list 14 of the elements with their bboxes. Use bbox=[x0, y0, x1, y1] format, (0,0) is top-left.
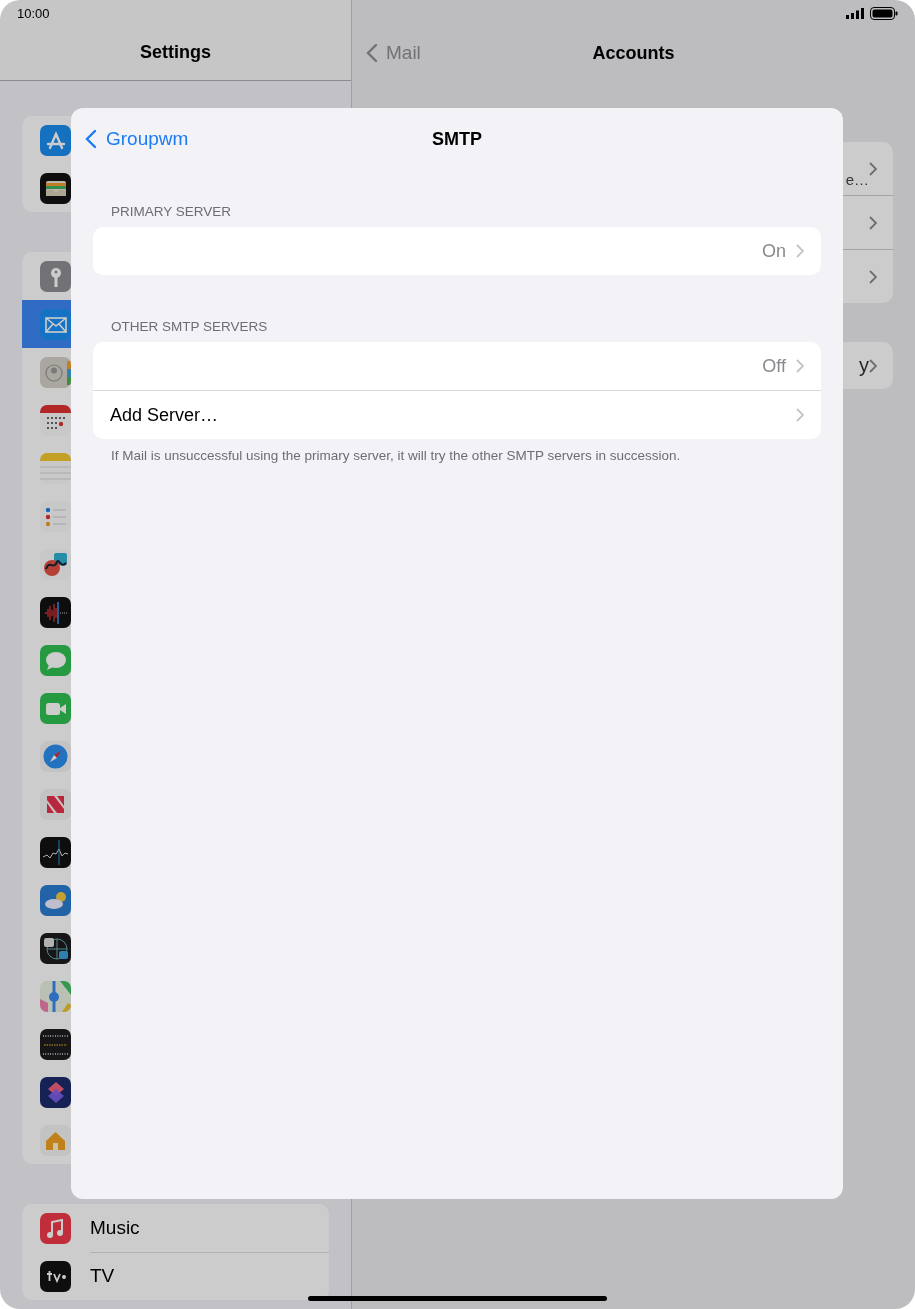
row-label: Music bbox=[90, 1204, 329, 1253]
row-text: e… bbox=[845, 171, 869, 188]
row-value: Off bbox=[762, 355, 786, 377]
section-header: OTHER SMTP SERVERS bbox=[110, 319, 269, 334]
section-header: PRIMARY SERVER bbox=[110, 204, 233, 219]
row-label: Add Server… bbox=[110, 404, 220, 426]
row-text: y bbox=[859, 354, 869, 377]
row-label: TV bbox=[90, 1264, 116, 1288]
page-title: Accounts bbox=[592, 43, 675, 64]
sheet-title: SMTP bbox=[432, 128, 482, 150]
row-value: On bbox=[762, 240, 786, 262]
status-time: 10:00 bbox=[17, 5, 51, 21]
section-footer: If Mail is unsuccessful using the primary server, it will try the other SMTP servers in succession. bbox=[93, 439, 821, 463]
sidebar-title: Settings bbox=[140, 42, 211, 63]
